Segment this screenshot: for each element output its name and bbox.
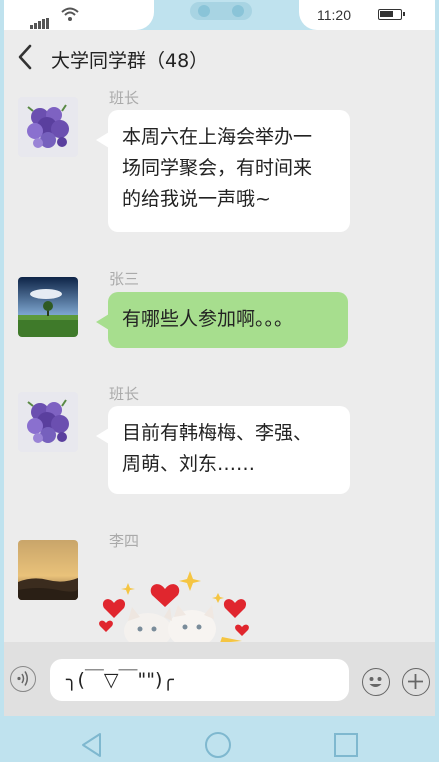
- chevron-left-icon[interactable]: [14, 42, 38, 72]
- avatar[interactable]: [18, 97, 78, 157]
- avatar[interactable]: [18, 540, 78, 600]
- emoji-icon[interactable]: [362, 668, 390, 696]
- sender-name: 班长: [109, 385, 140, 403]
- status-time: 11:20: [317, 7, 351, 23]
- message-input[interactable]: ╮(￣▽￣"")╭: [50, 659, 349, 701]
- camera-notch: [190, 2, 252, 20]
- sticker-cats-hearts[interactable]: [92, 563, 262, 643]
- battery-icon: [378, 9, 405, 20]
- message-bubble[interactable]: 本周六在上海会举办一 场同学聚会，有时间来 的给我说一声哦~: [96, 110, 350, 232]
- lavender-bouquet-image: [18, 392, 78, 452]
- voice-icon[interactable]: [10, 666, 36, 692]
- sender-name: 张三: [109, 270, 140, 288]
- signal-icon: [30, 10, 50, 29]
- wifi-icon: [61, 7, 79, 21]
- lavender-bouquet-image: [18, 97, 78, 157]
- sunset-landscape-image: [18, 540, 78, 600]
- chat-header: 大学同学群（48）: [4, 30, 435, 86]
- triangle-back-icon[interactable]: [80, 732, 104, 758]
- avatar[interactable]: [18, 277, 78, 337]
- input-bar: ╮(￣▽￣"")╭: [4, 642, 435, 716]
- circle-home-icon[interactable]: [204, 731, 232, 759]
- sender-name: 李四: [109, 532, 140, 550]
- page-title: 大学同学群（48）: [51, 50, 209, 72]
- nav-bar: [0, 716, 439, 762]
- message-bubble[interactable]: 目前有韩梅梅、李强、 周萌、刘东……: [96, 406, 350, 494]
- phone-screen: 11:20 大学同学群（48） 班长 本周六在上海会举办一 场同学聚会，有时间来…: [4, 0, 435, 716]
- sender-name: 班长: [109, 89, 140, 107]
- plus-icon[interactable]: [402, 668, 430, 696]
- message-bubble[interactable]: 有哪些人参加啊。。。: [96, 292, 348, 348]
- avatar[interactable]: [18, 392, 78, 452]
- status-bar: 11:20: [4, 0, 435, 30]
- tree-field-image: [18, 277, 78, 337]
- square-recent-icon[interactable]: [333, 732, 359, 758]
